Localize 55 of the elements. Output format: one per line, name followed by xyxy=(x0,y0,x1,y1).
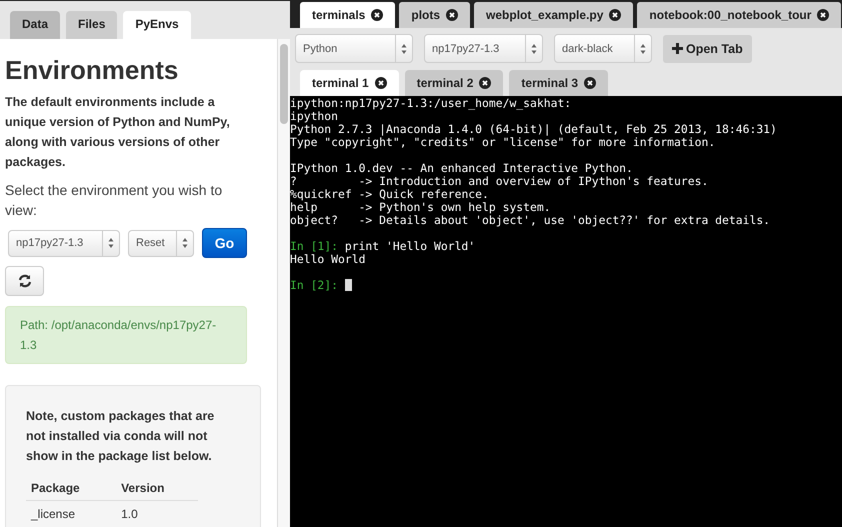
close-icon[interactable] xyxy=(584,77,596,89)
action-select[interactable]: Reset xyxy=(128,230,194,256)
prompt-text: In [2]: xyxy=(290,278,338,292)
updown-arrow-icon xyxy=(531,42,537,54)
terminal-screen[interactable] xyxy=(290,96,842,527)
terminal-line: IPython 1.0.dev -- An enhanced Interactive Python. xyxy=(290,161,633,175)
document-tab[interactable]: webplot_example.py xyxy=(474,2,634,28)
panel-tab[interactable]: Data xyxy=(10,11,60,39)
terminal-tab[interactable]: terminal 3 xyxy=(509,70,608,96)
refresh-icon xyxy=(18,274,32,288)
terminal-line: Hello World xyxy=(290,252,366,266)
close-icon[interactable] xyxy=(446,9,458,21)
document-tab[interactable]: plots xyxy=(399,2,470,28)
close-icon[interactable] xyxy=(374,77,387,89)
open-tab-button[interactable]: Open Tab xyxy=(663,34,752,62)
updown-arrow-icon xyxy=(640,42,646,54)
refresh-button[interactable] xyxy=(5,266,44,296)
prompt-text: In [1]: xyxy=(290,239,338,253)
page-heading: Environments xyxy=(5,55,180,86)
updown-arrow-icon xyxy=(182,237,188,249)
plus-icon xyxy=(672,43,683,54)
table-cell: 1.0 xyxy=(116,500,198,527)
note-text: Note, custom packages that are not installed via conda will not show in the package list below. xyxy=(26,408,216,465)
updown-arrow-icon xyxy=(401,42,407,54)
terminal-line: Python 2.7.3 |Anaconda 1.4.0 (64-bit)| (default, Feb 25 2013, 18:46:31) xyxy=(290,122,777,136)
terminal-line: ipython xyxy=(290,109,338,123)
terminal-tab[interactable]: terminal 2 xyxy=(404,70,504,96)
table-cell: _license xyxy=(26,500,116,527)
go-button[interactable]: Go xyxy=(202,228,247,258)
terminal-line: %quickref -> Quick reference. xyxy=(290,187,489,201)
column-header: Version xyxy=(116,476,198,500)
toolbar-select[interactable]: Python xyxy=(295,34,413,63)
terminal-line: print 'Hello World' xyxy=(344,239,476,253)
close-icon[interactable] xyxy=(479,77,492,89)
column-header: Package xyxy=(26,476,116,500)
panel-tab[interactable]: Files xyxy=(66,11,118,39)
updown-arrow-icon xyxy=(108,237,114,249)
path-alert: Path: /opt/anaconda/envs/np17py27-1.3 xyxy=(5,306,247,364)
panel-tab[interactable]: PyEnvs xyxy=(123,11,191,39)
terminal-line: object? -> Details about 'object', use 'object??' for extra details. xyxy=(290,213,770,227)
close-icon[interactable] xyxy=(371,9,384,21)
terminal-line: Type "copyright", "credits" or "license" for more information. xyxy=(290,135,716,149)
terminal-line: help -> Python's own help system. xyxy=(290,200,551,214)
document-tab[interactable]: notebook:00_notebook_tour xyxy=(637,2,842,28)
toolbar-select[interactable]: dark-black xyxy=(554,34,652,63)
document-tab[interactable]: terminals xyxy=(300,2,396,28)
terminal-line: ? -> Introduction and overview of IPython's features. xyxy=(290,174,708,188)
select-label: Select the environment you wish to view: xyxy=(5,181,224,220)
terminal-line: ipython:np17py27-1.3:/user_home/w_sakhat: xyxy=(290,96,572,110)
terminal-tab[interactable]: terminal 1 xyxy=(300,70,399,96)
close-icon[interactable] xyxy=(609,9,622,21)
environment-select[interactable]: np17py27-1.3 xyxy=(8,230,120,256)
close-icon[interactable] xyxy=(817,9,830,21)
intro-text: The default environments include a unique version of Python and NumPy, along with various versions of other packages. xyxy=(5,94,231,171)
toolbar-select[interactable]: np17py27-1.3 xyxy=(424,34,543,63)
